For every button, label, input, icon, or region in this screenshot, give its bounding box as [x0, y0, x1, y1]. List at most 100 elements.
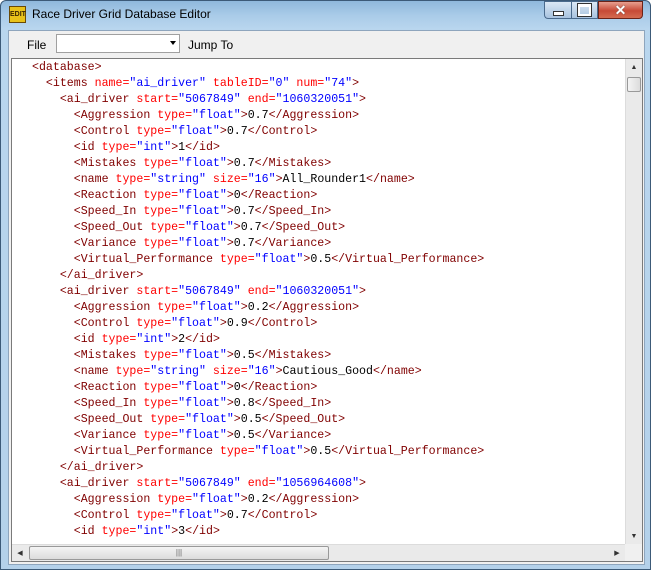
xml-attribute-value: "float"	[178, 381, 227, 394]
xml-attribute-value: "float"	[254, 253, 304, 266]
xml-attribute: end=	[240, 477, 276, 490]
xml-editor[interactable]: <database> <items name="ai_driver" table…	[11, 58, 643, 562]
code-line: <Mistakes type="float">0.7</Mistakes>	[12, 156, 625, 172]
xml-tag: <items	[45, 77, 95, 90]
xml-tag: <Variance	[73, 429, 144, 442]
xml-tag: <Aggression	[73, 109, 158, 122]
xml-tag: </name>	[372, 365, 422, 378]
vertical-scrollbar[interactable]: ▲ ▼	[625, 59, 642, 545]
xml-attribute-value: "float"	[192, 493, 241, 506]
xml-attribute: start=	[136, 477, 179, 490]
xml-tag: </id>	[185, 333, 220, 346]
scroll-right-arrow-icon[interactable]: ▶	[609, 545, 625, 561]
xml-tag: <ai_driver	[59, 285, 137, 298]
xml-tag: >	[352, 77, 360, 90]
xml-tag: >	[275, 365, 283, 378]
code-line: <Control type="float">0.9</Control>	[12, 316, 625, 332]
xml-text: 0	[233, 189, 241, 202]
xml-tag: >	[226, 157, 234, 170]
xml-tag: </Aggression>	[268, 109, 360, 122]
xml-attribute-value: "16"	[247, 365, 276, 378]
xml-attribute-value: "int"	[136, 333, 172, 346]
xml-attribute: end=	[240, 93, 276, 106]
xml-text: 0.2	[247, 301, 269, 314]
xml-attribute: type=	[136, 317, 172, 330]
xml-text: 0.2	[247, 493, 269, 506]
code-line: <ai_driver start="5067849" end="10569646…	[12, 476, 625, 492]
minimize-button[interactable]	[544, 1, 571, 19]
xml-attribute-value: "float"	[178, 349, 227, 362]
section-selector[interactable]	[56, 34, 180, 53]
xml-tag: </ai_driver>	[59, 269, 144, 282]
xml-attribute-value: "74"	[324, 77, 353, 90]
xml-attribute-value: "float"	[178, 189, 227, 202]
code-line: <Variance type="float">0.7</Variance>	[12, 236, 625, 252]
code-line: <Speed_In type="float">0.7</Speed_In>	[12, 204, 625, 220]
xml-attribute: type=	[143, 237, 179, 250]
code-line: <id type="int">1</id>	[12, 140, 625, 156]
xml-attribute-value: "int"	[136, 141, 172, 154]
horizontal-scroll-thumb[interactable]: |||	[29, 546, 329, 560]
code-line: <Aggression type="float">0.2</Aggression…	[12, 300, 625, 316]
code-line: <Speed_In type="float">0.8</Speed_In>	[12, 396, 625, 412]
horizontal-scrollbar[interactable]: ◀ ||| ▶	[12, 544, 625, 561]
jump-to-menu[interactable]: Jump To	[188, 38, 233, 52]
close-button[interactable]: ✕	[598, 1, 643, 19]
code-line: <Speed_Out type="float">0.5</Speed_Out>	[12, 412, 625, 428]
menu-file[interactable]: File	[27, 38, 46, 52]
xml-tag: <Virtual_Performance	[73, 445, 220, 458]
app-window: EDIT Race Driver Grid Database Editor ✕ …	[0, 0, 651, 570]
xml-tag: <Mistakes	[73, 349, 144, 362]
maximize-button[interactable]	[571, 1, 598, 19]
scroll-down-arrow-icon[interactable]: ▼	[626, 528, 642, 545]
xml-text-area[interactable]: <database> <items name="ai_driver" table…	[12, 59, 625, 543]
xml-attribute-value: "float"	[192, 109, 241, 122]
xml-attribute: type=	[143, 429, 179, 442]
xml-tag: >	[219, 125, 227, 138]
xml-tag: >	[240, 109, 248, 122]
xml-tag: >	[226, 205, 234, 218]
scroll-up-arrow-icon[interactable]: ▲	[626, 59, 642, 76]
xml-tag: </ai_driver>	[59, 461, 144, 474]
xml-tag: </Control>	[247, 509, 318, 522]
code-line: <Control type="float">0.7</Control>	[12, 124, 625, 140]
xml-tag: <database>	[32, 61, 102, 74]
vertical-scroll-thumb[interactable]	[627, 77, 641, 92]
xml-attribute: end=	[240, 285, 276, 298]
scroll-left-arrow-icon[interactable]: ◀	[12, 545, 28, 561]
xml-attribute: type=	[143, 397, 179, 410]
window-title: Race Driver Grid Database Editor	[32, 7, 211, 21]
xml-attribute: type=	[136, 125, 172, 138]
xml-attribute: size=	[205, 173, 248, 186]
xml-tag: >	[359, 93, 367, 106]
minimize-icon	[552, 10, 564, 16]
xml-text: 0.5	[233, 349, 255, 362]
xml-tag: <Reaction	[73, 189, 144, 202]
xml-attribute-value: "float"	[178, 157, 227, 170]
code-line: <id type="int">3</id>	[12, 524, 625, 540]
xml-tag: <Speed_In	[73, 205, 144, 218]
code-line: <name type="string" size="16">Cautious_G…	[12, 364, 625, 380]
xml-tag: >	[240, 301, 248, 314]
xml-attribute: type=	[136, 509, 172, 522]
code-line: </ai_driver>	[12, 268, 625, 284]
code-line: <ai_driver start="5067849" end="10603200…	[12, 284, 625, 300]
code-line: <Aggression type="float">0.7</Aggression…	[12, 108, 625, 124]
code-line: </ai_driver>	[12, 460, 625, 476]
title-bar[interactable]: EDIT Race Driver Grid Database Editor ✕	[1, 1, 650, 29]
dropdown-arrow-icon[interactable]	[170, 41, 176, 45]
xml-tag: >	[226, 381, 234, 394]
xml-attribute: type=	[101, 141, 137, 154]
